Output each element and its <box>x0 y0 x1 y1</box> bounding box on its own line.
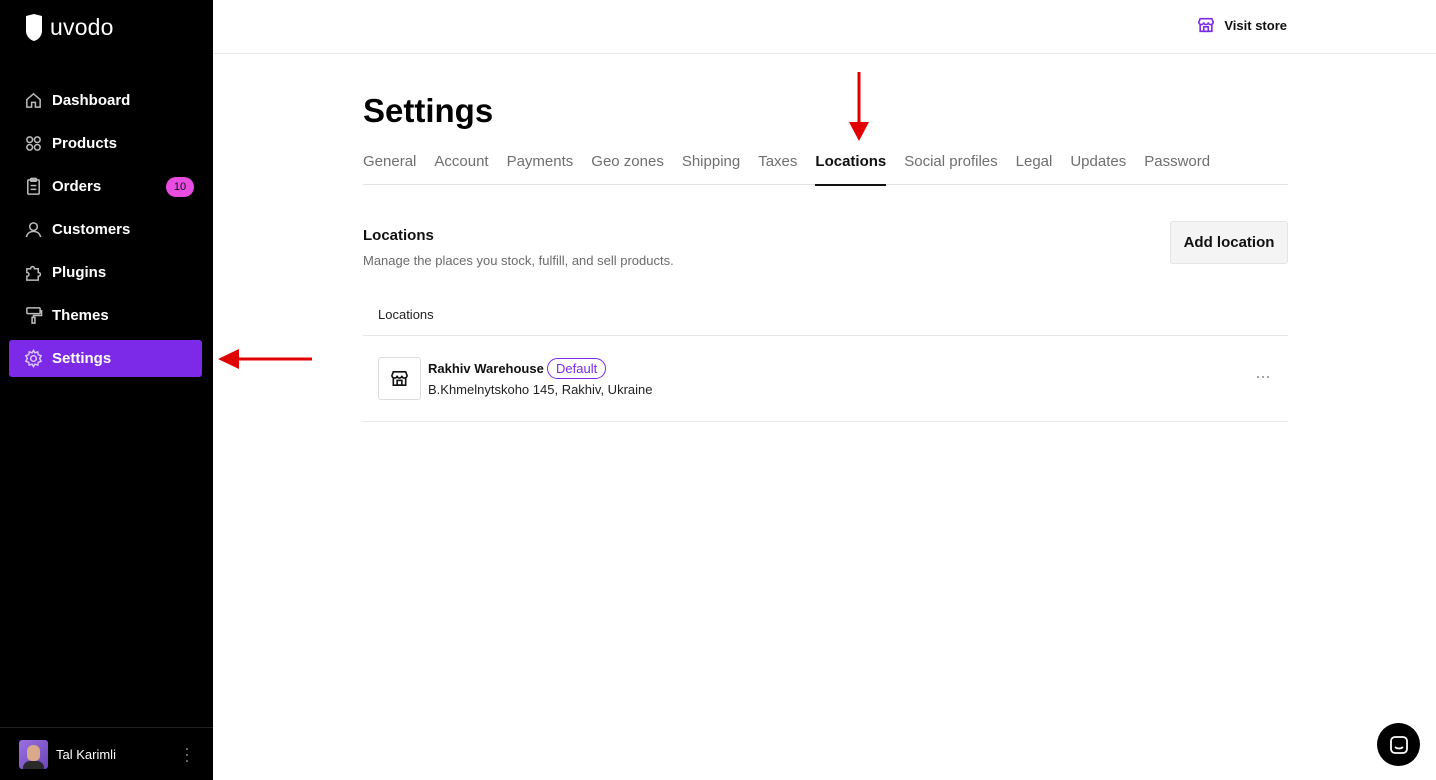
sidebar-item-customers[interactable]: Customers <box>9 211 202 248</box>
chat-launcher-button[interactable] <box>1377 723 1420 766</box>
sidebar-item-label: Dashboard <box>52 92 131 109</box>
grid-icon <box>23 134 43 154</box>
tab-payments[interactable]: Payments <box>507 152 574 185</box>
user-name: Tal Karimli <box>56 746 116 762</box>
brand-name: uvodo <box>50 14 114 40</box>
user-menu-kebab-icon[interactable] <box>185 748 189 762</box>
top-bar: Visit store <box>213 0 1436 54</box>
visit-store-link[interactable]: Visit store <box>1197 16 1287 34</box>
user-icon <box>23 220 43 240</box>
sidebar-item-orders[interactable]: Orders 10 <box>9 168 202 205</box>
sidebar-item-dashboard[interactable]: Dashboard <box>9 82 202 119</box>
sidebar-nav: Dashboard Products Orders 10 Customers P… <box>9 82 202 383</box>
table-header: Locations <box>363 293 1288 336</box>
tab-updates[interactable]: Updates <box>1070 152 1126 185</box>
avatar <box>19 739 48 769</box>
table-row[interactable]: Rakhiv Warehouse Default B.Khmelnytskoho… <box>363 336 1288 422</box>
default-badge: Default <box>547 358 607 379</box>
tab-taxes[interactable]: Taxes <box>758 152 797 185</box>
sidebar-item-label: Products <box>52 135 118 152</box>
storefront-icon <box>1198 17 1215 33</box>
tab-geo-zones[interactable]: Geo zones <box>591 152 664 185</box>
settings-tabs: General Account Payments Geo zones Shipp… <box>363 152 1288 186</box>
home-icon <box>23 91 43 111</box>
add-location-button[interactable]: Add location <box>1170 221 1288 264</box>
gear-icon <box>23 349 43 369</box>
sidebar-item-settings[interactable]: Settings <box>9 340 202 377</box>
puzzle-icon <box>23 263 43 283</box>
sidebar-item-themes[interactable]: Themes <box>9 297 202 334</box>
sidebar-item-label: Plugins <box>52 264 107 281</box>
storefront-icon <box>378 357 421 400</box>
section-description: Manage the places you stock, fulfill, an… <box>363 253 674 268</box>
chat-icon <box>1389 735 1408 754</box>
tab-legal[interactable]: Legal <box>1016 152 1053 185</box>
sidebar-item-label: Customers <box>52 221 131 238</box>
section-title: Locations <box>363 227 434 244</box>
column-header-locations: Locations <box>378 306 434 322</box>
sidebar-item-products[interactable]: Products <box>9 125 202 162</box>
tab-password[interactable]: Password <box>1144 152 1210 185</box>
brand-logo[interactable]: uvodo <box>24 14 114 41</box>
user-profile[interactable]: Tal Karimli <box>0 727 213 780</box>
sidebar-item-label: Themes <box>52 307 109 324</box>
page-title: Settings <box>363 92 494 129</box>
location-name: Rakhiv Warehouse <box>428 361 544 376</box>
sidebar-item-plugins[interactable]: Plugins <box>9 254 202 291</box>
tab-locations[interactable]: Locations <box>815 152 886 186</box>
tab-social-profiles[interactable]: Social profiles <box>904 152 997 185</box>
sidebar-item-label: Settings <box>52 350 112 367</box>
sidebar-item-label: Orders <box>52 178 102 195</box>
annotation-arrow-down-icon <box>849 72 869 141</box>
sidebar: uvodo Dashboard Products Orders 10 Custo… <box>0 0 213 780</box>
uvodo-logo-icon <box>26 14 42 41</box>
clipboard-icon <box>23 177 43 197</box>
tab-shipping[interactable]: Shipping <box>682 152 740 185</box>
visit-store-label: Visit store <box>1224 17 1287 33</box>
location-address: B.Khmelnytskoho 145, Rakhiv, Ukraine <box>428 382 653 397</box>
row-more-options-icon[interactable] <box>1257 376 1269 378</box>
tab-general[interactable]: General <box>363 152 416 185</box>
tab-account[interactable]: Account <box>434 152 488 185</box>
paint-roller-icon <box>23 306 43 326</box>
annotation-arrow-left-icon <box>218 349 312 369</box>
orders-count-badge: 10 <box>166 177 194 197</box>
